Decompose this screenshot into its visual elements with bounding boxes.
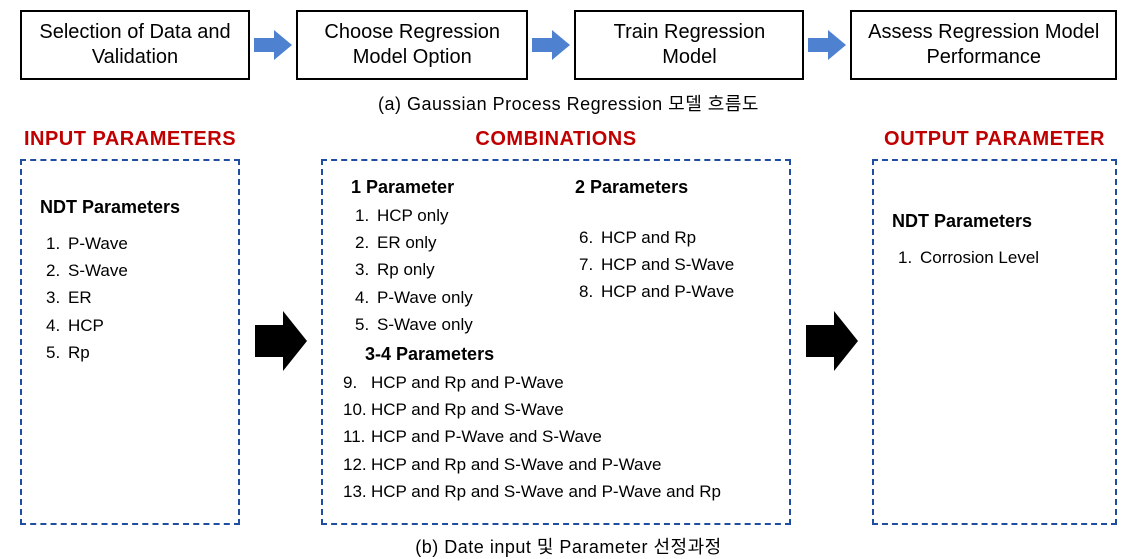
item-number: 8. bbox=[579, 278, 601, 305]
list-item: 9.HCP and Rp and P-Wave bbox=[343, 369, 771, 396]
combinations-header: COMBINATIONS bbox=[321, 128, 791, 151]
item-label: P-Wave bbox=[68, 234, 128, 253]
list-item: 3.ER bbox=[46, 284, 220, 311]
item-number: 1. bbox=[46, 230, 68, 257]
one-param-section: 1 Parameter 1.HCP only 2.ER only 3.Rp on… bbox=[341, 177, 547, 338]
item-number: 3. bbox=[355, 256, 377, 283]
item-label: HCP bbox=[68, 316, 104, 335]
one-param-list: 1.HCP only 2.ER only 3.Rp only 4.P-Wave … bbox=[341, 202, 547, 338]
arrow-right-icon bbox=[804, 128, 860, 525]
item-label: HCP and P-Wave and S-Wave bbox=[371, 427, 602, 446]
item-number: 6. bbox=[579, 224, 601, 251]
flow-step-label: Assess Regression Model Performance bbox=[866, 20, 1101, 70]
list-item: 10.HCP and Rp and S-Wave bbox=[343, 396, 771, 423]
item-number: 13. bbox=[343, 478, 371, 505]
two-param-list: 6.HCP and Rp 7.HCP and S-Wave 8.HCP and … bbox=[565, 224, 771, 306]
item-number: 10. bbox=[343, 396, 371, 423]
output-column: OUTPUT PARAMETER NDT Parameters 1.Corros… bbox=[872, 128, 1117, 525]
arrow-right-icon bbox=[532, 28, 570, 62]
input-box: NDT Parameters 1.P-Wave 2.S-Wave 3.ER 4.… bbox=[20, 159, 240, 525]
list-item: 7.HCP and S-Wave bbox=[579, 251, 771, 278]
output-header: OUTPUT PARAMETER bbox=[872, 128, 1117, 151]
item-number: 2. bbox=[46, 257, 68, 284]
combinations-grid: 1 Parameter 1.HCP only 2.ER only 3.Rp on… bbox=[341, 177, 771, 505]
three-four-title: 3-4 Parameters bbox=[365, 344, 771, 365]
item-label: HCP and Rp and S-Wave and P-Wave and Rp bbox=[371, 482, 721, 501]
item-label: HCP and Rp and S-Wave bbox=[371, 400, 564, 419]
item-number: 11. bbox=[343, 423, 371, 450]
list-item: 11.HCP and P-Wave and S-Wave bbox=[343, 423, 771, 450]
list-item: 2.ER only bbox=[355, 229, 547, 256]
item-label: HCP and P-Wave bbox=[601, 282, 734, 301]
two-param-title: 2 Parameters bbox=[575, 177, 771, 198]
flow-step-label: Choose Regression Model Option bbox=[312, 20, 512, 70]
list-item: 4.P-Wave only bbox=[355, 284, 547, 311]
output-box: NDT Parameters 1.Corrosion Level bbox=[872, 159, 1117, 525]
item-label: HCP and Rp bbox=[601, 228, 696, 247]
item-label: S-Wave only bbox=[377, 315, 473, 334]
list-item: 1.P-Wave bbox=[46, 230, 220, 257]
item-number: 1. bbox=[898, 244, 920, 271]
item-number: 4. bbox=[355, 284, 377, 311]
list-item: 2.S-Wave bbox=[46, 257, 220, 284]
combinations-column: COMBINATIONS 1 Parameter 1.HCP only 2.ER… bbox=[321, 128, 791, 525]
list-item: 8.HCP and P-Wave bbox=[579, 278, 771, 305]
caption-b: (b) Date input 및 Parameter 선정과정 bbox=[20, 533, 1117, 559]
flow-row: Selection of Data and Validation Choose … bbox=[20, 10, 1117, 80]
flow-step-2: Choose Regression Model Option bbox=[296, 10, 528, 80]
item-number: 3. bbox=[46, 284, 68, 311]
list-item: 5.Rp bbox=[46, 339, 220, 366]
input-title: NDT Parameters bbox=[40, 197, 220, 218]
item-label: Corrosion Level bbox=[920, 248, 1039, 267]
item-label: ER bbox=[68, 288, 92, 307]
item-number: 5. bbox=[355, 311, 377, 338]
three-four-param-section: 3-4 Parameters 9.HCP and Rp and P-Wave 1… bbox=[341, 344, 771, 505]
item-number: 4. bbox=[46, 312, 68, 339]
item-number: 12. bbox=[343, 451, 371, 478]
flow-step-1: Selection of Data and Validation bbox=[20, 10, 250, 80]
output-list: 1.Corrosion Level bbox=[892, 244, 1097, 271]
item-label: P-Wave only bbox=[377, 288, 473, 307]
list-item: 1.Corrosion Level bbox=[898, 244, 1097, 271]
item-number: 7. bbox=[579, 251, 601, 278]
item-number: 2. bbox=[355, 229, 377, 256]
input-column: INPUT PARAMETERS NDT Parameters 1.P-Wave… bbox=[20, 128, 240, 525]
list-item: 1.HCP only bbox=[355, 202, 547, 229]
item-label: HCP and Rp and P-Wave bbox=[371, 373, 564, 392]
item-label: ER only bbox=[377, 233, 437, 252]
arrow-right-icon bbox=[254, 28, 292, 62]
arrow-right-icon bbox=[253, 128, 309, 525]
one-param-title: 1 Parameter bbox=[351, 177, 547, 198]
flow-step-3: Train Regression Model bbox=[574, 10, 804, 80]
list-item: 6.HCP and Rp bbox=[579, 224, 771, 251]
arrow-right-icon bbox=[808, 28, 846, 62]
list-item: 3.Rp only bbox=[355, 256, 547, 283]
item-label: HCP and Rp and S-Wave and P-Wave bbox=[371, 455, 661, 474]
three-four-list: 9.HCP and Rp and P-Wave 10.HCP and Rp an… bbox=[341, 369, 771, 505]
item-label: Rp bbox=[68, 343, 90, 362]
flow-step-label: Train Regression Model bbox=[590, 20, 788, 70]
item-label: Rp only bbox=[377, 260, 435, 279]
output-title: NDT Parameters bbox=[892, 211, 1097, 232]
caption-a: (a) Gaussian Process Regression 모델 흐름도 bbox=[20, 90, 1117, 116]
list-item: 4.HCP bbox=[46, 312, 220, 339]
parameter-row: INPUT PARAMETERS NDT Parameters 1.P-Wave… bbox=[20, 128, 1117, 525]
item-number: 9. bbox=[343, 369, 371, 396]
flow-step-4: Assess Regression Model Performance bbox=[850, 10, 1117, 80]
item-number: 5. bbox=[46, 339, 68, 366]
item-label: HCP and S-Wave bbox=[601, 255, 734, 274]
two-param-section: 2 Parameters 6.HCP and Rp 7.HCP and S-Wa… bbox=[565, 177, 771, 338]
item-label: HCP only bbox=[377, 206, 449, 225]
item-label: S-Wave bbox=[68, 261, 128, 280]
flow-step-label: Selection of Data and Validation bbox=[36, 20, 234, 70]
list-item: 12.HCP and Rp and S-Wave and P-Wave bbox=[343, 451, 771, 478]
input-header: INPUT PARAMETERS bbox=[20, 128, 240, 151]
input-list: 1.P-Wave 2.S-Wave 3.ER 4.HCP 5.Rp bbox=[40, 230, 220, 366]
list-item: 5.S-Wave only bbox=[355, 311, 547, 338]
list-item: 13.HCP and Rp and S-Wave and P-Wave and … bbox=[343, 478, 771, 505]
combinations-box: 1 Parameter 1.HCP only 2.ER only 3.Rp on… bbox=[321, 159, 791, 525]
item-number: 1. bbox=[355, 202, 377, 229]
